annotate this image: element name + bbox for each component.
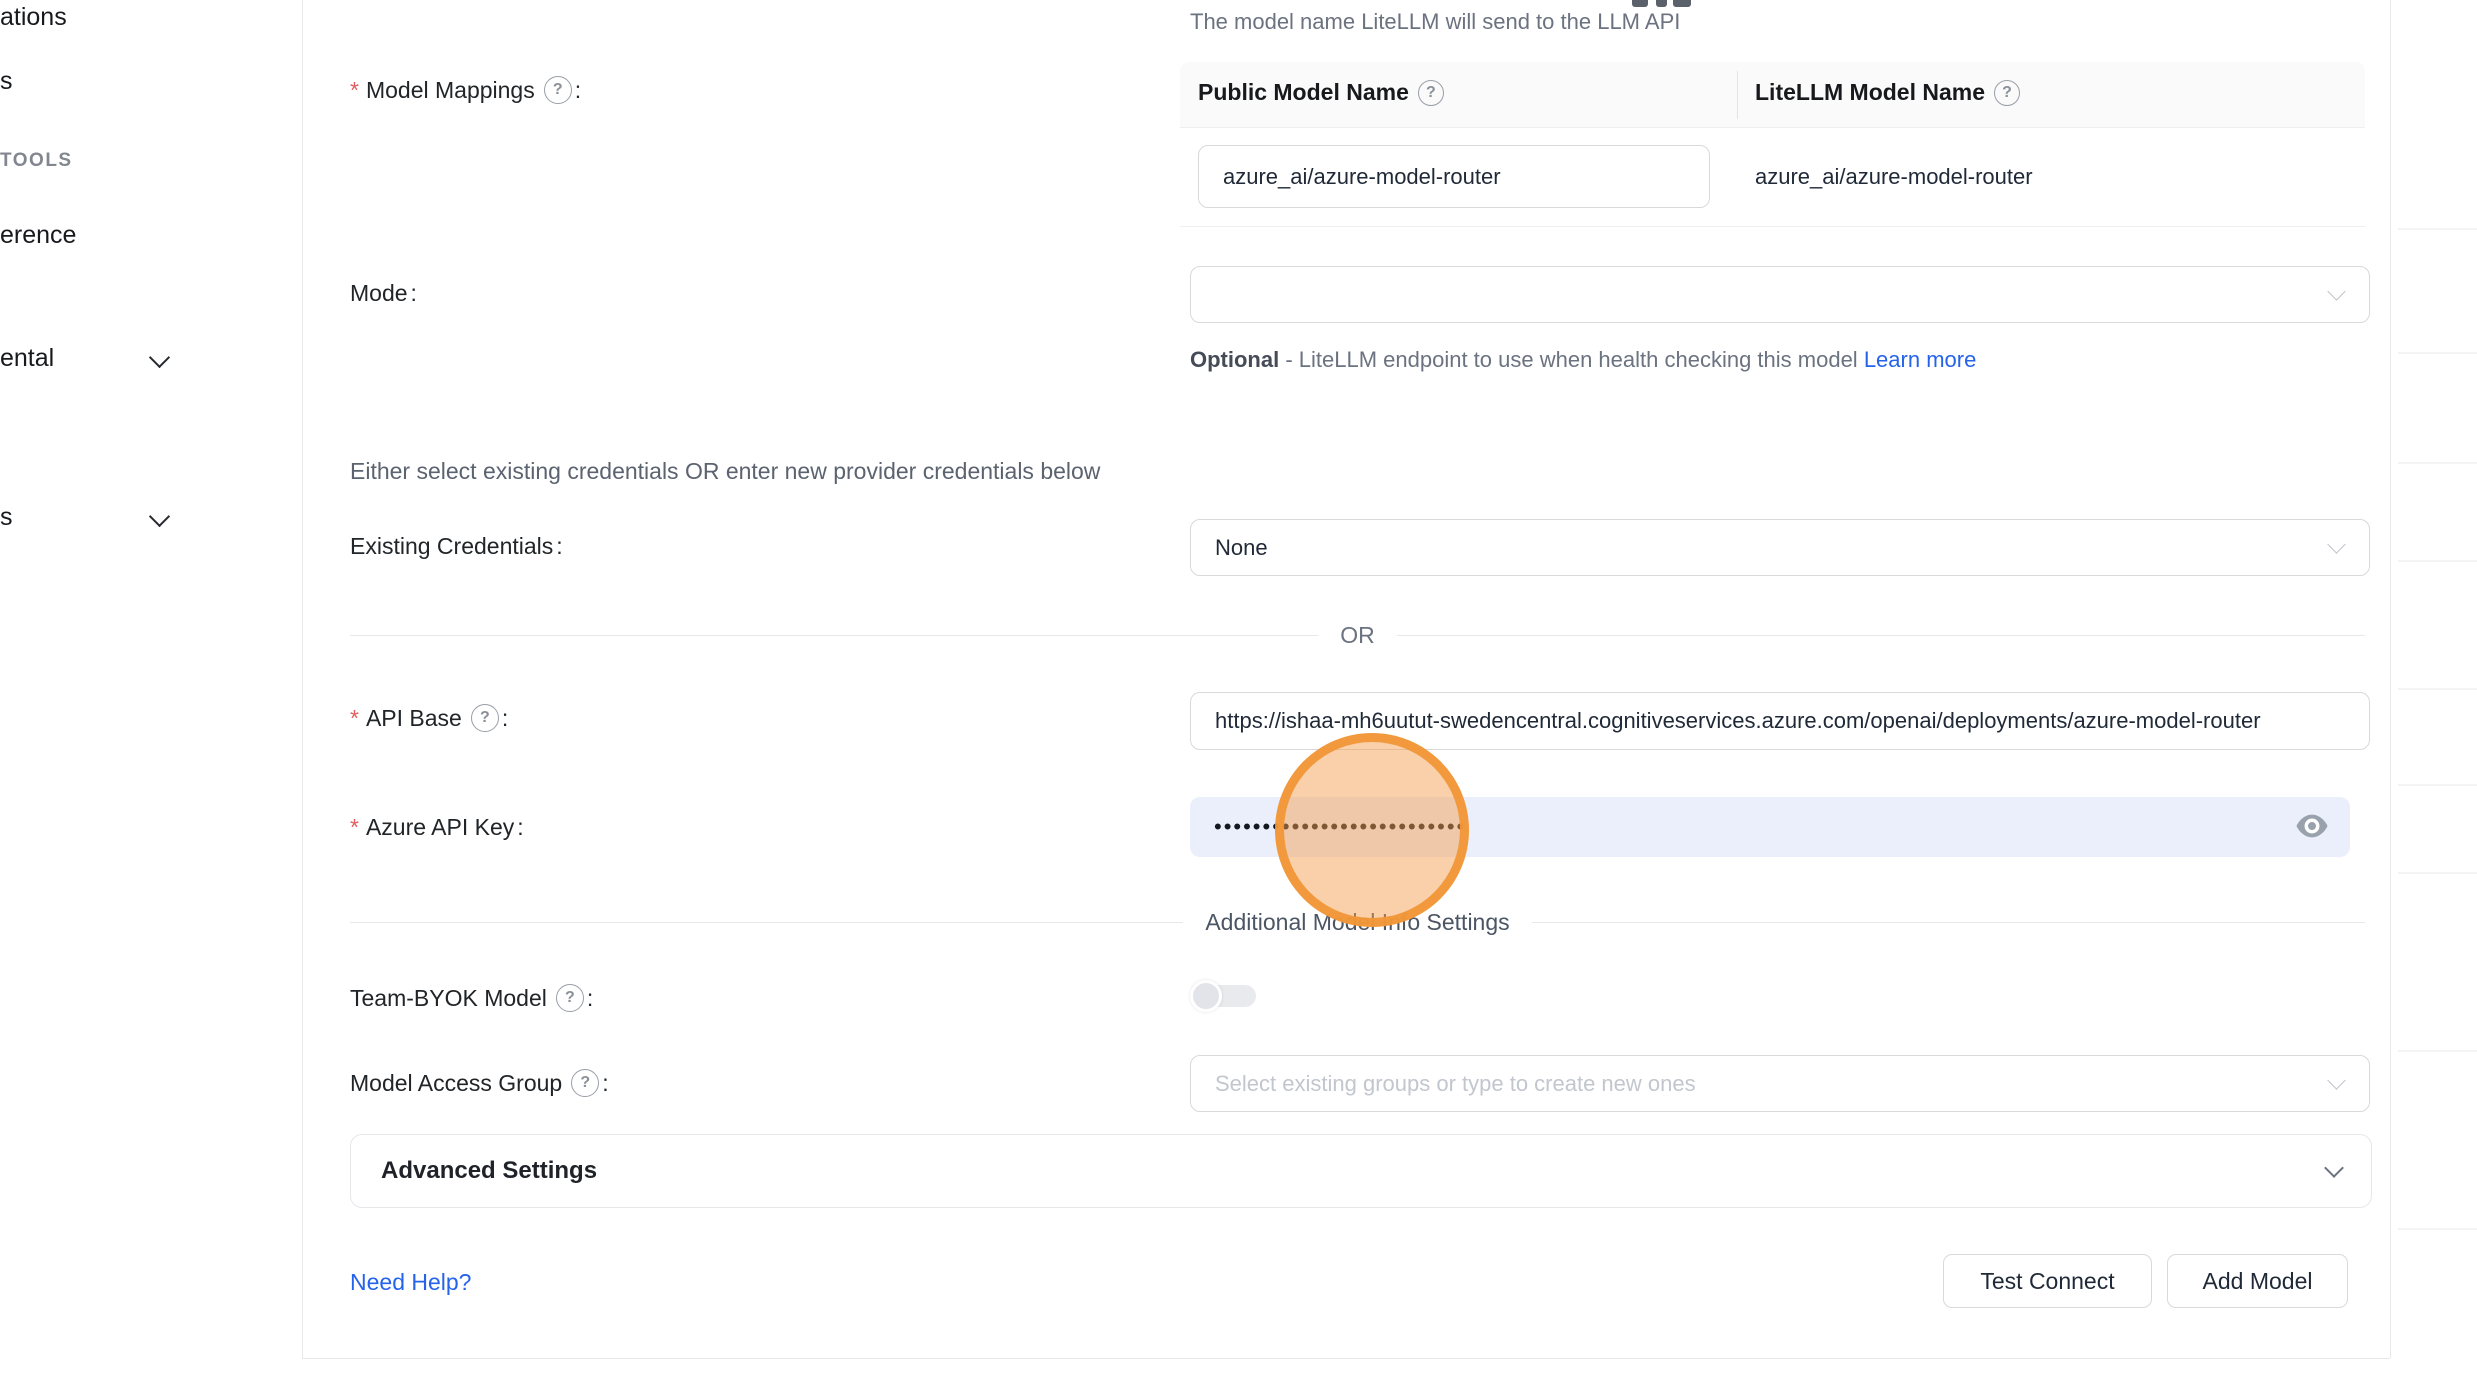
mode-helper-text: Optional - LiteLLM endpoint to use when … <box>1190 340 2055 379</box>
public-model-name-input[interactable] <box>1198 145 1710 208</box>
need-help-link[interactable]: Need Help? <box>350 1267 471 1297</box>
advanced-settings-title: Advanced Settings <box>381 1157 2327 1185</box>
help-icon[interactable]: ? <box>571 1069 599 1097</box>
help-icon[interactable]: ? <box>1994 80 2020 106</box>
sidebar-item[interactable]: s <box>0 501 13 533</box>
public-model-name-input-field[interactable] <box>1223 164 1685 190</box>
background-stripe <box>2398 872 2477 874</box>
divider-line <box>350 922 1183 923</box>
chevron-down-icon <box>2327 1071 2345 1089</box>
sidebar-item[interactable]: s <box>0 65 13 97</box>
add-model-button[interactable]: Add Model <box>2167 1254 2348 1308</box>
required-mark: * <box>350 702 359 734</box>
model-mappings-label: * Model Mappings ? : <box>350 74 581 106</box>
required-mark: * <box>350 74 359 106</box>
help-icon[interactable]: ? <box>471 704 499 732</box>
chevron-down-icon <box>2327 535 2345 553</box>
or-divider-text: OR <box>1318 622 1397 649</box>
credentials-note: Either select existing credentials OR en… <box>350 456 1100 486</box>
azure-api-key-label: * Azure API Key : <box>350 811 524 843</box>
clipped-content-fragment <box>1673 0 1691 7</box>
sidebar-item-label: erence <box>0 219 76 251</box>
existing-credentials-label: Existing Credentials : <box>350 530 563 562</box>
background-stripe <box>2398 560 2477 562</box>
additional-settings-divider: Additional Model Info Settings <box>350 907 2365 937</box>
sidebar-item-label: ental <box>0 342 54 374</box>
mode-label: Mode : <box>350 277 417 309</box>
clipped-content-fragment <box>1632 0 1648 7</box>
chevron-down-icon <box>152 509 167 529</box>
table-header-public-model-name: Public Model Name ? <box>1198 79 1444 106</box>
additional-settings-divider-text: Additional Model Info Settings <box>1183 909 1531 936</box>
divider-line <box>1532 922 2365 923</box>
background-stripe <box>2398 228 2477 230</box>
learn-more-link[interactable]: Learn more <box>1864 347 1977 372</box>
model-access-group-label: Model Access Group ? : <box>350 1067 609 1099</box>
sidebar: ations s TOOLS erence ental s <box>0 0 302 1385</box>
background-stripe <box>2398 688 2477 690</box>
background-stripe <box>2398 352 2477 354</box>
sidebar-item[interactable]: ental <box>0 342 54 374</box>
sidebar-item-label: ations <box>0 1 67 33</box>
model-access-group-select[interactable]: Select existing groups or type to create… <box>1190 1055 2370 1112</box>
masked-password-dots: •••••••••••••••••••••••••• <box>1214 797 1466 857</box>
help-icon[interactable]: ? <box>544 76 572 104</box>
background-stripe <box>2398 784 2477 786</box>
sidebar-item-label: s <box>0 501 13 533</box>
required-mark: * <box>350 811 359 843</box>
api-base-input[interactable] <box>1190 692 2370 750</box>
model-mappings-table: Public Model Name ? LiteLLM Model Name ?… <box>1180 62 2365 227</box>
optional-emphasis: Optional <box>1190 347 1279 372</box>
table-header-litellm-model-name: LiteLLM Model Name ? <box>1755 79 2020 106</box>
chevron-down-icon <box>2324 1158 2344 1178</box>
card-bottom-border <box>302 1358 2390 1359</box>
background-stripe <box>2398 462 2477 464</box>
select-placeholder: Select existing groups or type to create… <box>1215 1071 1696 1097</box>
help-icon[interactable]: ? <box>556 984 584 1012</box>
card-left-border <box>302 0 303 1358</box>
background-stripe <box>2398 1228 2477 1230</box>
test-connect-button[interactable]: Test Connect <box>1943 1254 2152 1308</box>
sidebar-section-label: TOOLS <box>0 149 73 173</box>
sidebar-item-label: s <box>0 65 13 97</box>
divider-line <box>1397 635 2365 636</box>
sidebar-item[interactable]: ations <box>0 1 67 33</box>
clipped-content-fragment <box>1656 0 1667 7</box>
eye-icon[interactable] <box>2296 812 2328 840</box>
column-divider <box>1737 71 1738 119</box>
chevron-down-icon <box>2327 282 2345 300</box>
help-icon[interactable]: ? <box>1418 80 1444 106</box>
toggle-knob <box>1190 980 1222 1012</box>
add-model-page: ations s TOOLS erence ental s The model … <box>0 0 2477 1385</box>
azure-api-key-input[interactable]: •••••••••••••••••••••••••• <box>1190 797 2350 857</box>
api-base-input-field[interactable] <box>1215 708 2367 734</box>
mode-select[interactable] <box>1190 266 2370 323</box>
api-base-label: * API Base ? : <box>350 702 508 734</box>
model-name-helper-text: The model name LiteLLM will send to the … <box>1190 8 1680 36</box>
advanced-settings-toggle[interactable]: Advanced Settings <box>350 1134 2372 1208</box>
table-bottom-border <box>1180 226 2365 227</box>
sidebar-item[interactable]: erence <box>0 219 76 251</box>
litellm-model-name-value: azure_ai/azure-model-router <box>1755 164 2033 190</box>
card-right-border <box>2390 0 2391 1358</box>
background-stripe <box>2398 1050 2477 1052</box>
divider-line <box>350 635 1318 636</box>
or-divider: OR <box>350 620 2365 650</box>
team-byok-toggle[interactable] <box>1190 980 1256 1012</box>
team-byok-label: Team-BYOK Model ? : <box>350 982 593 1014</box>
existing-credentials-select[interactable]: None <box>1190 519 2370 576</box>
chevron-down-icon <box>152 350 167 370</box>
